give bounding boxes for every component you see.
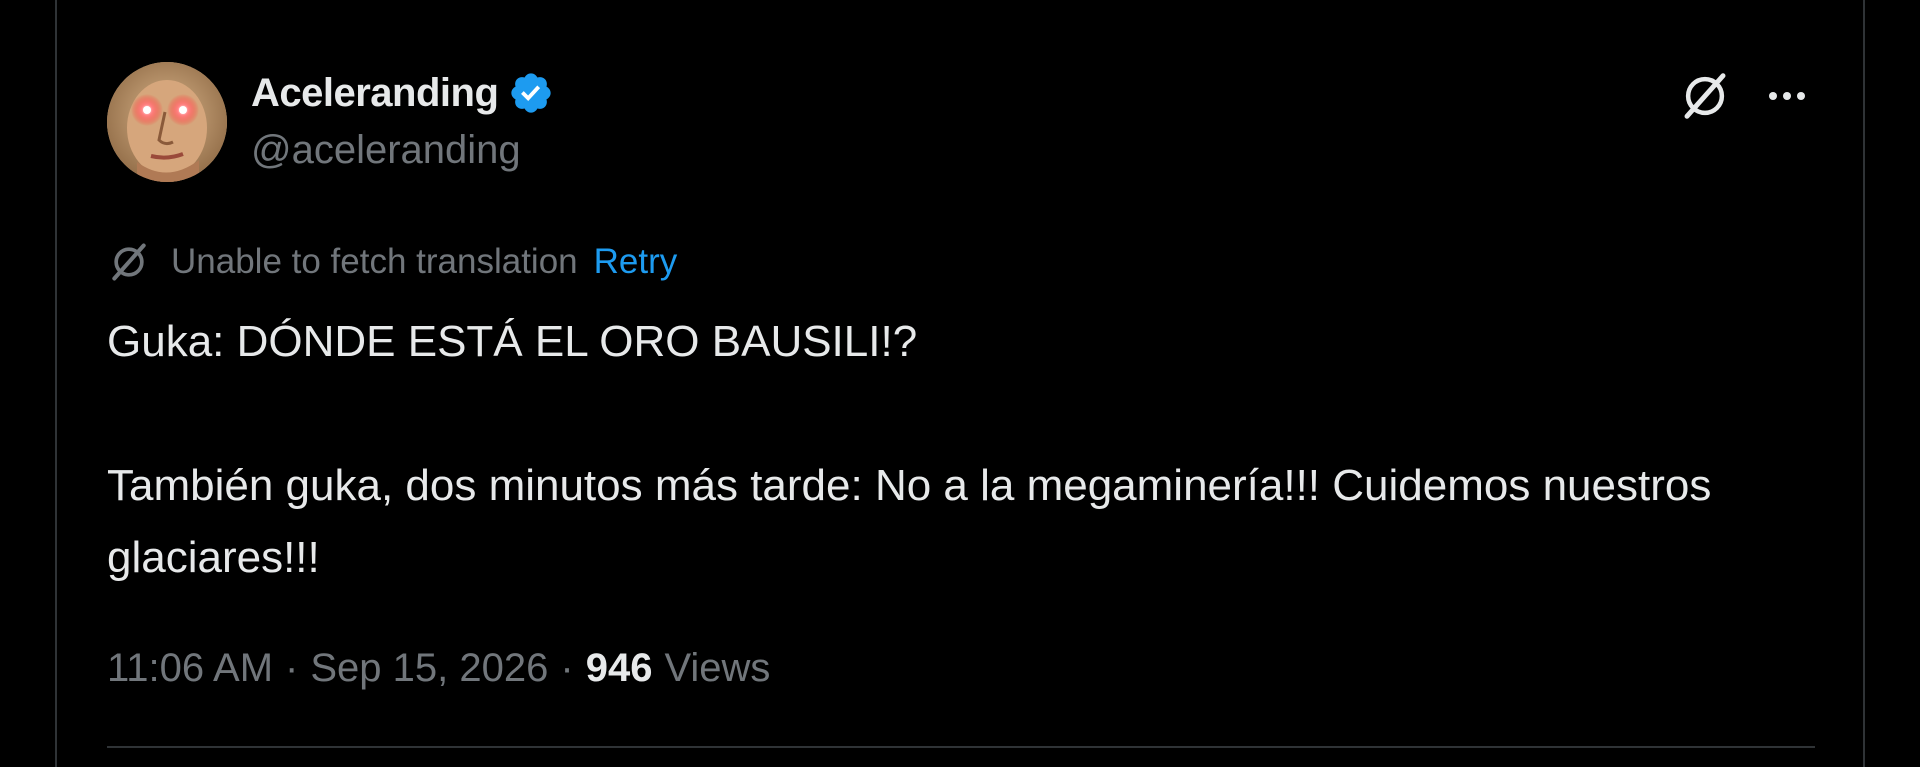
grok-button[interactable]: [1677, 68, 1733, 124]
translation-message: Unable to fetch translation: [171, 242, 578, 281]
meta-separator: ·: [285, 645, 299, 690]
avatar-image: [107, 62, 227, 182]
more-icon: [1769, 92, 1805, 100]
tweet-time[interactable]: 11:06 AM: [107, 646, 273, 691]
meta-separator: ·: [560, 645, 574, 690]
author-name-row: Aceleranding: [251, 68, 554, 118]
views-count: 946: [585, 645, 653, 690]
views-label: Views: [664, 645, 771, 690]
tweet-text: Guka: DÓNDE ESTÁ EL ORO BAUSILI!? Tambié…: [107, 317, 1712, 582]
column-border-right: [1863, 0, 1865, 767]
verified-badge-icon[interactable]: [508, 70, 554, 116]
grok-icon: [1684, 73, 1726, 119]
tweet-meta: 11:06 AM · Sep 15, 2026 · 946 Views: [107, 640, 770, 696]
translation-notice: Unable to fetch translation Retry: [107, 238, 677, 286]
author-display-name[interactable]: Aceleranding: [251, 71, 499, 116]
author-handle[interactable]: @aceleranding: [251, 128, 521, 173]
tweet-date[interactable]: Sep 15, 2026: [310, 646, 548, 691]
tweet: Aceleranding @aceleranding Unable to fet…: [57, 0, 1863, 767]
more-options-button[interactable]: [1759, 68, 1815, 124]
divider: [107, 746, 1815, 748]
translate-icon: [112, 243, 146, 281]
retry-translation-link[interactable]: Retry: [594, 242, 678, 282]
avatar[interactable]: [107, 62, 227, 182]
